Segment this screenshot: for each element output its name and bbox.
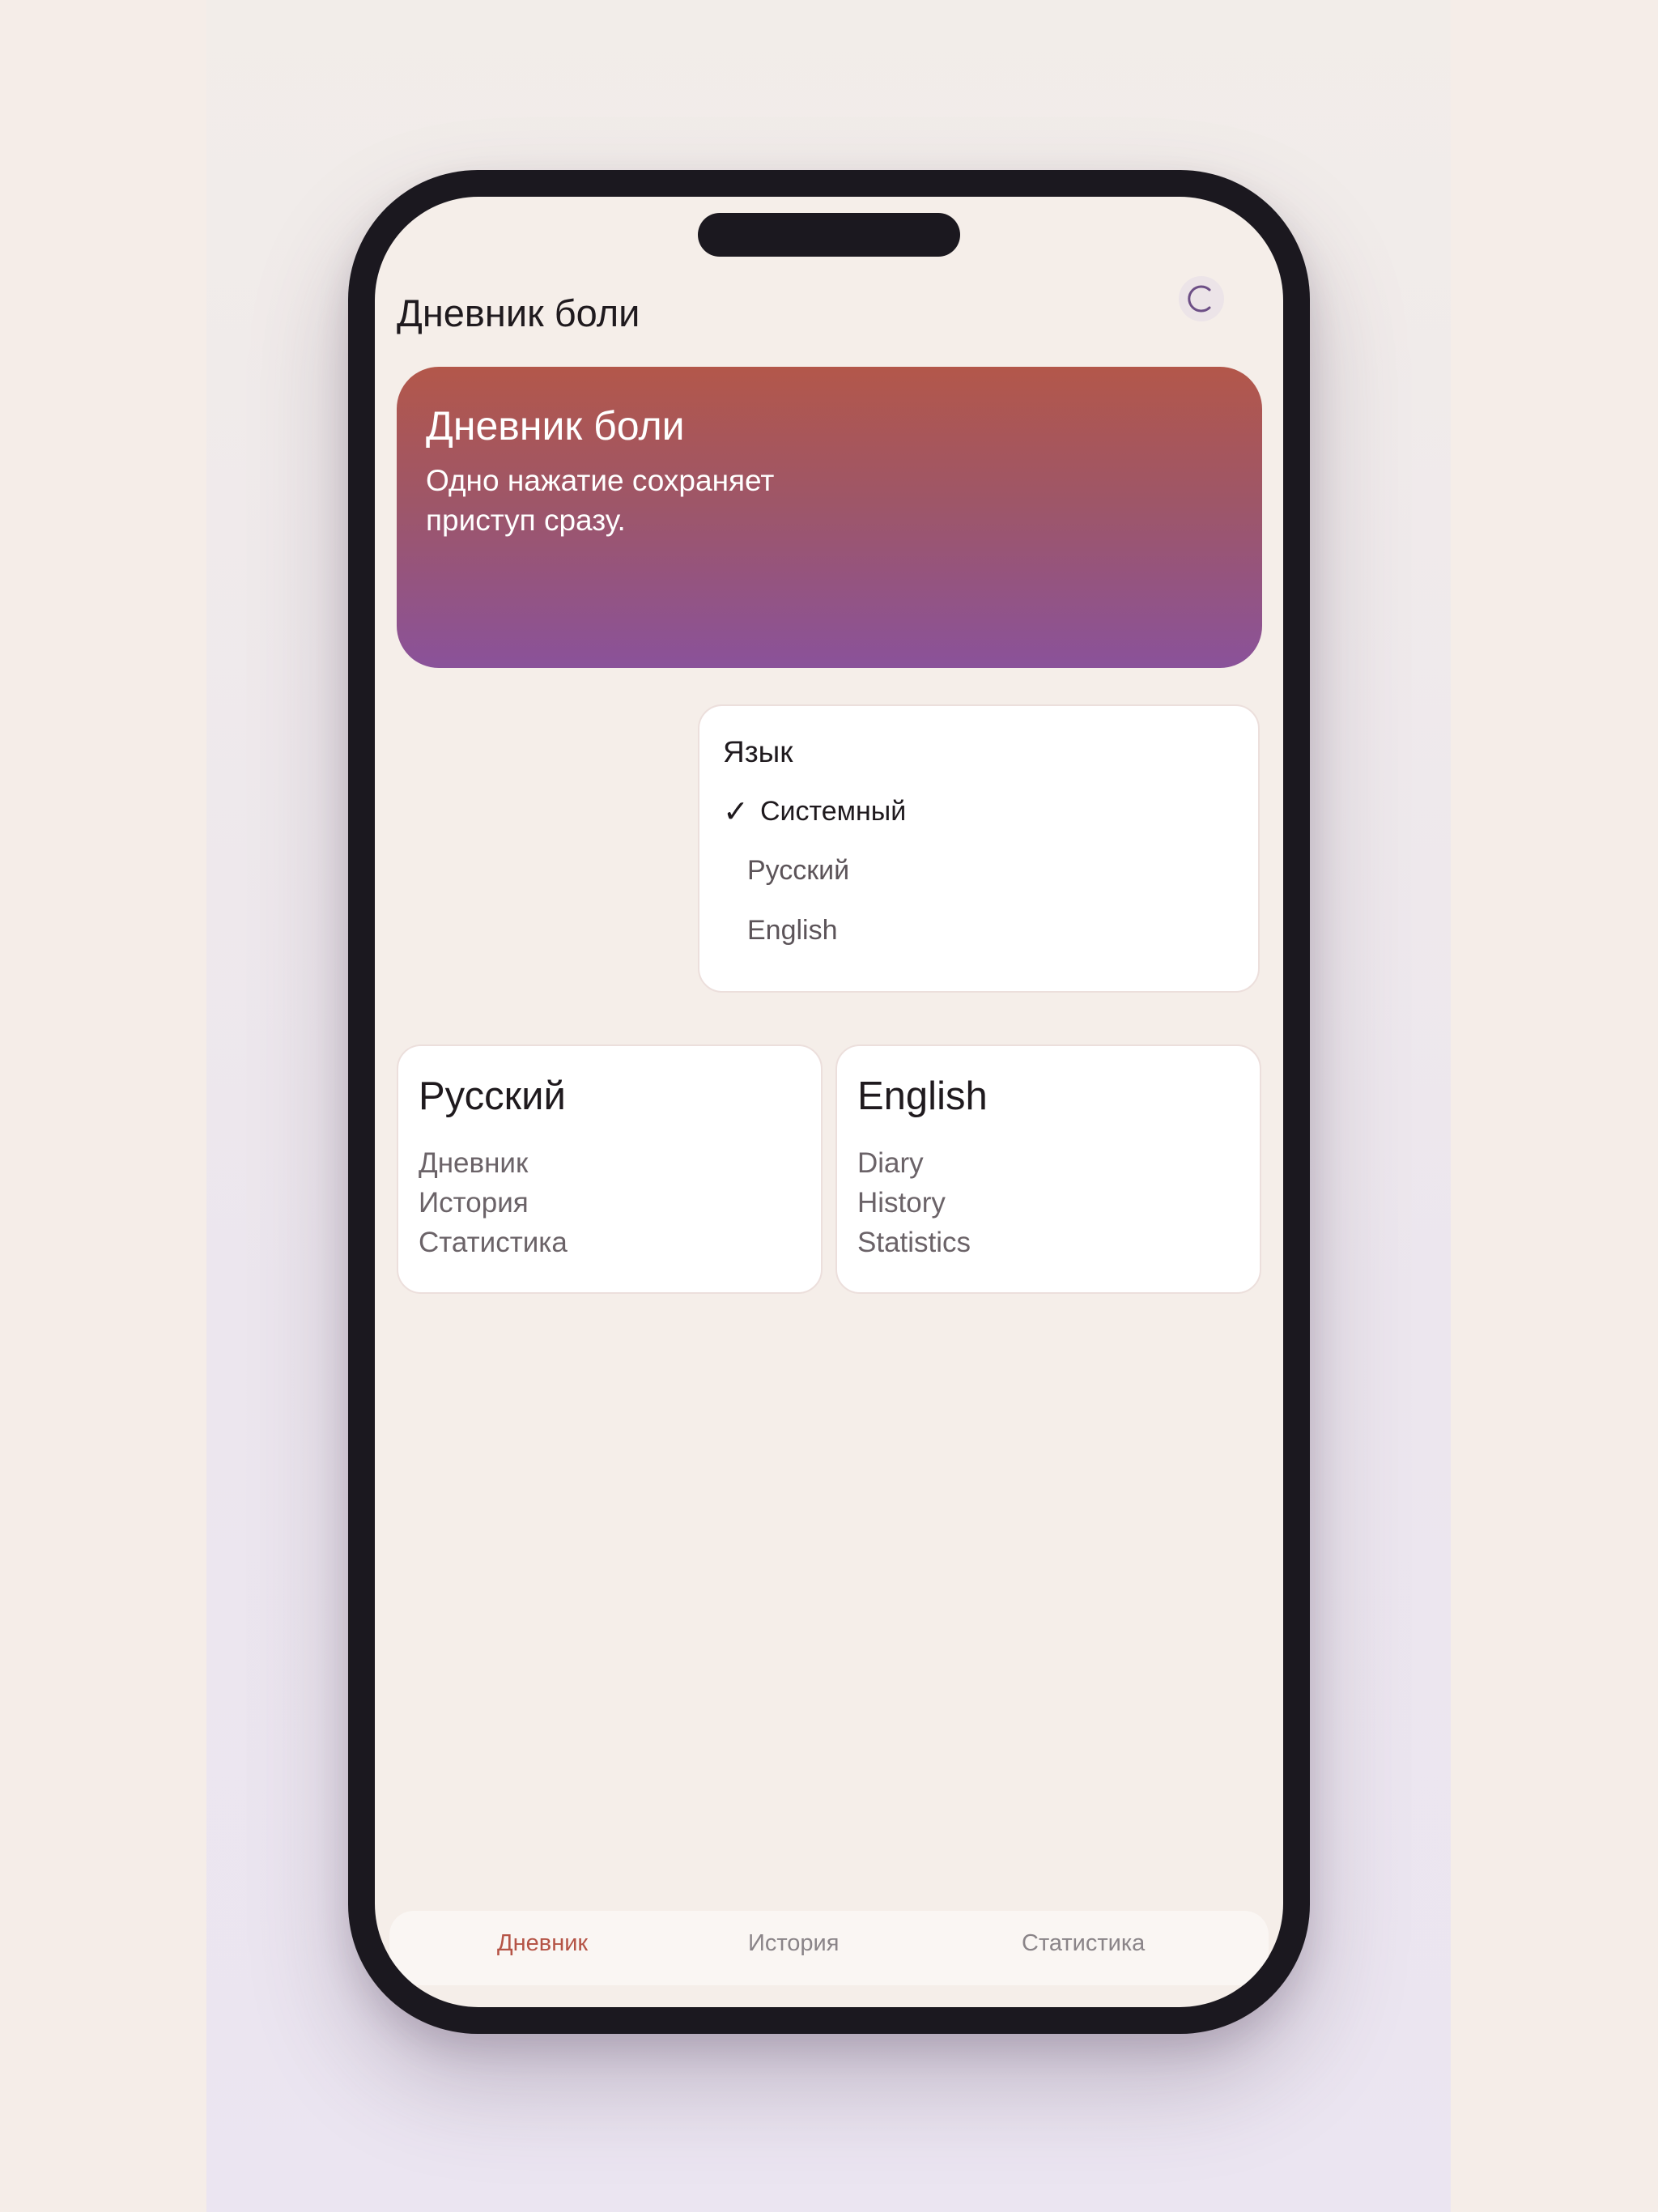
page-title: Дневник боли: [397, 291, 640, 334]
hero-subtitle: Одно нажатие сохраняет приступ сразу.: [426, 464, 775, 537]
list-item: История: [419, 1187, 529, 1219]
language-option-english[interactable]: English: [747, 915, 838, 946]
preview-card-title: Русский: [419, 1074, 566, 1118]
list-item: Diary: [857, 1147, 924, 1179]
preview-card-russian: Русский Дневник История Статистика: [397, 1044, 823, 1294]
language-option-russian[interactable]: Русский: [747, 855, 849, 887]
preview-card-title: English: [857, 1074, 988, 1118]
phone-screen: Дневник боли Дневник боли Одно нажатие с…: [375, 197, 1283, 2007]
hero-banner: Дневник боли Одно нажатие сохраняет прис…: [397, 367, 1262, 668]
list-item: Статистика: [419, 1227, 568, 1258]
preview-card-list: Дневник История Статистика: [419, 1143, 568, 1262]
language-menu-title: Язык: [723, 735, 793, 768]
list-item: Дневник: [419, 1147, 529, 1179]
list-item: Statistics: [857, 1227, 971, 1258]
tab-history[interactable]: История: [748, 1930, 839, 1957]
tab-diary[interactable]: Дневник: [497, 1930, 588, 1957]
language-option-label: Русский: [747, 855, 850, 886]
list-item: History: [857, 1187, 946, 1219]
phone-frame: Дневник боли Дневник боли Одно нажатие с…: [348, 170, 1310, 2034]
language-option-label: Системный: [760, 796, 907, 827]
bottom-tab-bar: Дневник История Статистика: [389, 1911, 1269, 1985]
preview-card-english: English Diary History Statistics: [835, 1044, 1261, 1294]
hero-title: Дневник боли: [426, 403, 685, 449]
refresh-icon: [1188, 285, 1211, 313]
language-option-system[interactable]: ✓ Системный: [723, 793, 906, 830]
refresh-button[interactable]: [1179, 276, 1224, 321]
language-menu: Язык ✓ Системный Русский English: [698, 704, 1260, 993]
dynamic-island: [698, 213, 960, 257]
tab-statistics[interactable]: Статистика: [1022, 1930, 1145, 1957]
checkmark-icon: ✓: [723, 795, 749, 829]
preview-card-list: Diary History Statistics: [857, 1143, 971, 1262]
language-option-label: English: [747, 915, 838, 946]
